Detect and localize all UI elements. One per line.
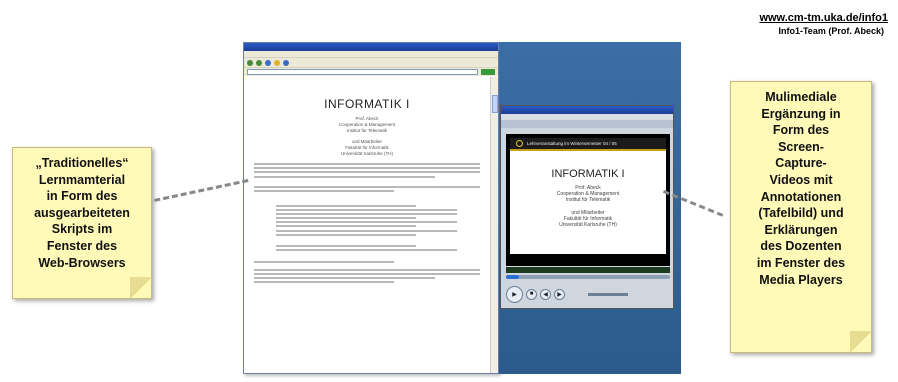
slide-line: Universität Karlsruhe (TH) (559, 222, 617, 229)
home-icon[interactable] (283, 59, 289, 66)
document-author-line: Universität Karlsruhe (TH) (340, 151, 393, 156)
media-player-window: Lehrveranstaltung im Wintersemester 04 /… (500, 105, 674, 309)
note-line: „Traditionelles“ (35, 156, 129, 170)
text-line (254, 277, 435, 280)
text-line (254, 175, 435, 178)
seek-progress (506, 275, 520, 279)
play-button[interactable]: ▶ (506, 285, 523, 303)
browser-document: INFORMATIK I Prof. Abeck Cooperation & M… (244, 77, 490, 373)
document-title: INFORMATIK I (324, 97, 410, 111)
text-line (276, 233, 417, 236)
playback-controls: ▶ ■ ◀ ▶ (506, 283, 628, 305)
note-line: Web-Browsers (38, 255, 126, 270)
browser-toolbar (244, 57, 498, 67)
text-line (254, 281, 395, 284)
text-line (254, 272, 480, 275)
stop-button[interactable]: ■ (526, 288, 537, 300)
favorites-icon[interactable] (274, 59, 280, 66)
note-line: Videos mit (769, 172, 833, 187)
note-line: in Form des (46, 189, 118, 204)
note-line: Screen- (778, 139, 824, 154)
tab-now-playing[interactable] (501, 120, 673, 128)
text-line (276, 217, 417, 220)
text-line (254, 185, 480, 188)
note-line: Media Players (759, 272, 843, 287)
connector-left (154, 179, 249, 202)
slide-header-text: Lehrveranstaltung im Wintersemester 04 /… (527, 141, 617, 146)
text-line (276, 204, 417, 207)
refresh-icon[interactable] (265, 59, 271, 66)
note-fold-corner (130, 277, 152, 299)
note-line: Annotationen (760, 189, 842, 204)
text-line (276, 225, 417, 228)
slide-header-bar: Lehrveranstaltung im Wintersemester 04 /… (510, 138, 666, 151)
text-line (254, 171, 480, 174)
text-line (276, 208, 457, 211)
address-field[interactable] (247, 69, 478, 75)
scrollbar-thumb[interactable] (492, 95, 498, 113)
browser-titlebar (244, 43, 498, 51)
seek-bar[interactable] (506, 275, 670, 279)
note-line: im Fenster des (756, 255, 846, 270)
video-slide: Lehrveranstaltung im Wintersemester 04 /… (510, 138, 666, 254)
header-team: Info1-Team (Prof. Abeck) (778, 26, 884, 36)
text-line (254, 268, 480, 271)
text-line (254, 260, 395, 263)
note-line: Lernmamterial (38, 172, 126, 187)
text-line (254, 190, 395, 193)
volume-slider[interactable] (588, 292, 628, 296)
logo-icon (516, 140, 523, 147)
note-line: Mulimediale (765, 90, 837, 104)
note-traditional-material: „Traditionelles“ Lernmamterial in Form d… (12, 147, 152, 299)
go-button[interactable] (481, 69, 495, 75)
text-line (276, 249, 457, 252)
player-titlebar (501, 106, 673, 114)
text-line (276, 245, 417, 248)
note-line: Capture- (775, 156, 827, 171)
previous-button[interactable]: ◀ (540, 288, 551, 300)
forward-icon[interactable] (256, 59, 262, 66)
text-line (254, 163, 480, 165)
address-bar (244, 67, 498, 76)
note-line: des Dozenten (760, 239, 842, 254)
note-line: Fenster des (46, 238, 118, 253)
web-browser-window: INFORMATIK I Prof. Abeck Cooperation & M… (243, 42, 499, 374)
header-url[interactable]: www.cm-tm.uka.de/info1 (759, 12, 888, 24)
text-line (276, 229, 457, 232)
note-multimedia-supplement: Mulimediale Ergänzung in Form des Screen… (730, 81, 872, 353)
note-line: (Tafelbild) und (758, 206, 844, 221)
note-line: Form des (772, 123, 830, 138)
video-screen[interactable]: Lehrveranstaltung im Wintersemester 04 /… (506, 134, 670, 266)
text-line (276, 221, 457, 224)
note-line: ausgearbeiteten (34, 205, 130, 220)
next-button[interactable]: ▶ (554, 288, 565, 300)
back-icon[interactable] (247, 59, 253, 66)
browser-scrollbar[interactable] (490, 77, 498, 373)
player-status-bar (506, 267, 670, 273)
note-line: Skripts im (51, 222, 113, 237)
note-fold-corner (850, 331, 872, 353)
text-line (276, 212, 457, 215)
text-line (254, 167, 480, 170)
note-line: Erklärungen (764, 222, 838, 237)
note-line: Ergänzung in (761, 106, 841, 121)
slide-title: INFORMATIK I (551, 168, 625, 180)
